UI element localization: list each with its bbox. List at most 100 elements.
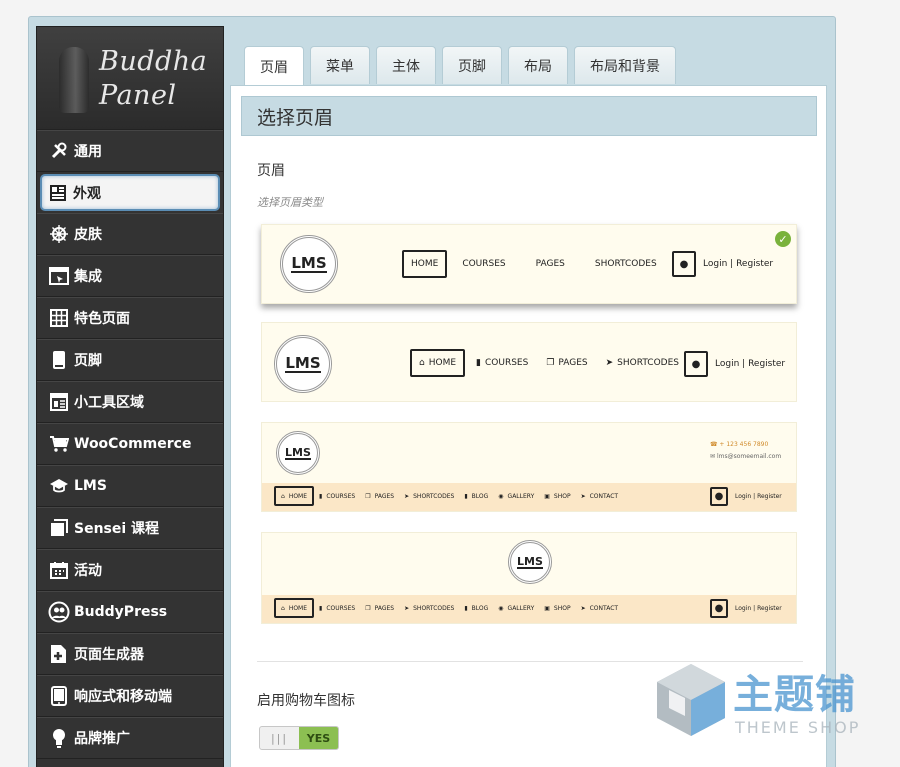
sidebar-item-woocommerce[interactable]: WooCommerce [37,423,223,465]
menu-item: ◉ GALLERY [498,492,535,500]
logo-line-2: Panel [99,80,177,111]
lms-logo: LMS [508,540,552,584]
tab-header[interactable]: 页眉 [244,46,304,86]
menu-item: ▮ COURSES [476,358,529,368]
contact-phone: ☎ + 123 456 7890 [710,441,769,448]
pages-icon: ❐ [546,358,555,368]
login-register: ● Login | Register [684,351,785,377]
sidebar-item-widget-areas[interactable]: 小工具区域 [37,381,223,423]
home-icon: ⌂ [419,358,425,368]
menu-item: SHORTCODES [594,259,657,269]
menu-item: ⌂ HOME [410,349,466,377]
menu-item: ▮ BLOG [464,604,489,612]
sidebar-item-page-builder[interactable]: 页面生成器 [37,633,223,675]
header-option-3[interactable]: LMS ☎ + 123 456 7890 ✉ lms@someemail.com… [261,422,797,512]
selected-check-icon: ✓ [775,231,791,247]
toggle-yes: YES [299,727,338,749]
sidebar-item-label: 活动 [74,563,102,579]
menu-item: ▮ COURSES [319,492,356,500]
header-menu: ⌂ HOME ▮ COURSES ❐ PAGES ➤ SHORTCODES ▮ BLOG … [274,598,623,618]
menu-bar: ⌂ HOME ▮ COURSES ❐ PAGES ➤ SHORTCODES ▮ BLOG … [262,483,796,511]
menu-item: ⌂ HOME [274,598,315,618]
sidebar-item-label: 特色页面 [74,311,130,327]
menu-item: ⌂ HOME [274,486,315,506]
sidebar-item-general[interactable]: 通用 [37,130,223,172]
menu-item: HOME [402,250,448,278]
header-option-1[interactable]: LMS HOME COURSES PAGES SHORTCODES ● Logi… [261,224,797,304]
layout-icon [47,182,69,204]
tab-layout-background[interactable]: 布局和背景 [574,46,676,84]
tablet-icon [48,685,70,707]
calendar-icon [48,559,70,581]
tab-footer[interactable]: 页脚 [442,46,502,84]
menu-item: COURSES [462,259,506,269]
menu-item: ➤ SHORTCODES [404,492,455,500]
tab-menu[interactable]: 菜单 [310,46,370,84]
sidebar-item-label: 集成 [74,269,102,285]
menu-item: ❐ PAGES [546,358,588,368]
grid-icon [48,307,70,329]
menu-item: ❐ PAGES [365,604,395,612]
sidebar-item-label: 皮肤 [74,227,102,243]
menu-item: ▮ BLOG [464,492,489,500]
cart-icon-toggle[interactable]: ||| YES [259,726,339,750]
book-stack-icon [48,517,70,539]
header-menu: ⌂ HOME ▮ COURSES ❐ PAGES ➤ SHORTCODES ▮ BLOG … [274,486,623,506]
sidebar-item-label: 外观 [73,185,101,202]
wrench-icon [48,140,70,162]
sidebar-item-label: Sensei 课程 [74,521,160,537]
sidebar-item-sensei[interactable]: Sensei 课程 [37,507,223,549]
menu-item: ➤ SHORTCODES [404,604,455,612]
menu-item: PAGES [535,259,565,269]
user-icon: ● [710,487,728,506]
sidebar-item-events[interactable]: 活动 [37,549,223,591]
header-menu: ⌂ HOME ▮ COURSES ❐ PAGES ➤ SHORTCODES [410,349,686,377]
lms-logo: LMS [274,335,332,393]
cart-icon-label: 启用购物车图标 [257,693,355,709]
sidebar-item-label: BuddyPress [74,604,168,620]
lms-logo: LMS [280,235,338,293]
buddha-panel-logo: Buddha Panel [37,27,223,130]
sidebar-item-skins[interactable]: 皮肤 [37,213,223,255]
menu-item: ▣ SHOP [544,604,571,612]
menu-item: ➤ CONTACT [580,604,619,612]
tab-body[interactable]: 主体 [376,46,436,84]
login-register: ● Login | Register [710,487,782,506]
contact-email: ✉ lms@someemail.com [710,453,782,460]
helm-icon [48,223,70,245]
user-icon: ● [672,251,696,277]
sidebar-item-footer[interactable]: 页脚 [37,339,223,381]
sidebar-item-label: 页脚 [74,353,102,369]
sidebar-item-branding[interactable]: 品牌推广 [37,717,223,759]
sidebar-item-integration[interactable]: 集成 [37,255,223,297]
header-option-4[interactable]: LMS ⌂ HOME ▮ COURSES ❐ PAGES ➤ SHORTCODES ▮ B… [261,532,797,624]
sidebar-item-label: 通用 [74,144,102,160]
cart-icon [48,433,70,455]
sidebar-item-label: 响应式和移动端 [74,689,172,705]
sidebar: Buddha Panel 通用 外观 皮肤 集成 特色页面 页脚 小工具区域 W… [36,26,224,767]
cube-logo-icon [657,664,725,736]
sidebar-item-label: 品牌推广 [74,731,130,747]
menu-bar: ⌂ HOME ▮ COURSES ❐ PAGES ➤ SHORTCODES ▮ BLOG … [262,595,796,623]
sidebar-item-label: LMS [74,478,107,494]
menu-item: ◉ GALLERY [498,604,535,612]
menu-item: ▮ COURSES [319,604,356,612]
menu-item: ➤ CONTACT [580,492,619,500]
sidebar-item-label: 小工具区域 [74,395,144,411]
sidebar-item-responsive[interactable]: 响应式和移动端 [37,675,223,717]
toggle-knob[interactable]: ||| [260,727,299,749]
login-register: ● Login | Register [710,599,782,618]
page-builder-icon [48,643,70,665]
sidebar-item-appearance[interactable]: 外观 [40,174,220,211]
graduation-cap-icon [48,475,70,497]
sidebar-item-featured-pages[interactable]: 特色页面 [37,297,223,339]
integration-window-icon [48,265,70,287]
sidebar-item-lms[interactable]: LMS [37,465,223,507]
contact-info: ☎ + 123 456 7890 ✉ lms@someemail.com [710,439,781,463]
send-icon: ➤ [605,358,614,368]
buddypress-icon [48,601,70,623]
tab-layout[interactable]: 布局 [508,46,568,84]
header-option-2[interactable]: LMS ⌂ HOME ▮ COURSES ❐ PAGES ➤ SHORTCODES ● … [261,322,797,402]
sidebar-item-label: 页面生成器 [74,647,144,663]
sidebar-item-buddypress[interactable]: BuddyPress [37,591,223,633]
